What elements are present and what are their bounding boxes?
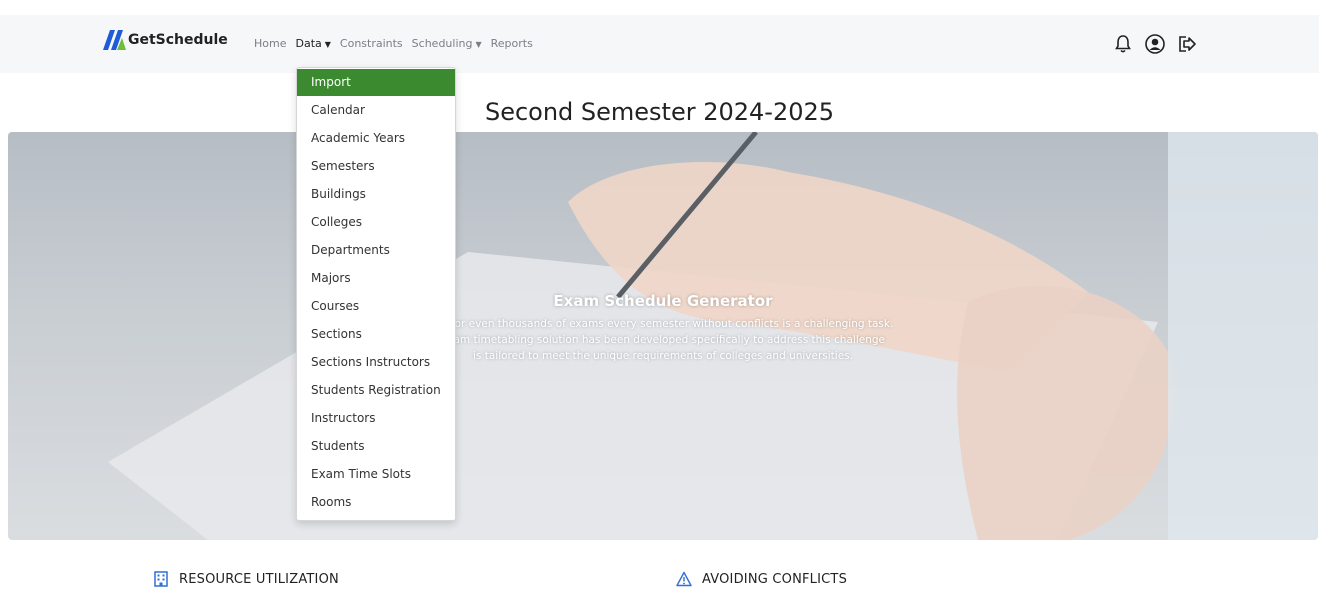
dropdown-item-students-registration[interactable]: Students Registration (297, 377, 455, 404)
dropdown-item-majors[interactable]: Majors (297, 265, 455, 292)
dropdown-item-instructors[interactable]: Instructors (297, 405, 455, 432)
page-title: Second Semester 2024-2025 (484, 98, 835, 126)
dropdown-item-semesters[interactable]: Semesters (297, 153, 455, 180)
nav-link-home[interactable]: Home (254, 37, 286, 50)
hero-line: is tailored to meet the unique requireme… (473, 350, 853, 362)
hero-line: exam timetabling solution has been devel… (441, 334, 885, 346)
logout-icon[interactable] (1176, 33, 1198, 55)
dropdown-item-colleges[interactable]: Colleges (297, 209, 455, 236)
dropdown-item-import[interactable]: Import (297, 69, 455, 96)
dropdown-item-students[interactable]: Students (297, 433, 455, 460)
caret-down-icon: ▼ (475, 40, 482, 49)
dropdown-item-sections[interactable]: Sections (297, 321, 455, 348)
feature-avoiding-conflicts: AVOIDING CONFLICTS (676, 571, 847, 587)
bell-icon[interactable] (1112, 33, 1134, 55)
nav-link-scheduling[interactable]: Scheduling ▼ (412, 37, 482, 50)
nav-link-data-label: Data (295, 37, 322, 50)
building-icon (153, 571, 169, 587)
nav-link-scheduling-label: Scheduling (411, 37, 473, 50)
feature-label: AVOIDING CONFLICTS (702, 571, 848, 587)
nav-links: Home Data ▼ Constraints Scheduling ▼ Repor… (254, 37, 542, 50)
dropdown-item-rooms[interactable]: Rooms (297, 489, 455, 516)
hero-banner: Exam Schedule Generator eds or even thou… (8, 132, 1318, 540)
caret-down-icon: ▼ (324, 40, 331, 49)
hero-heading: Exam Schedule Generator (553, 292, 773, 310)
nav-link-constraints[interactable]: Constraints (340, 37, 403, 50)
nav-link-data[interactable]: Data ▼ (295, 37, 330, 50)
data-dropdown-menu: Import Calendar Academic Years Semesters… (296, 67, 456, 521)
brand[interactable]: GetSchedule (100, 28, 228, 52)
dropdown-item-academic-years[interactable]: Academic Years (297, 125, 455, 152)
hero-line: eds or even thousands of exams every sem… (432, 318, 894, 330)
feature-resource-utilization: RESOURCE UTILIZATION (153, 571, 339, 587)
brand-logo-icon (100, 28, 128, 52)
dropdown-item-departments[interactable]: Departments (297, 237, 455, 264)
dropdown-item-sections-instructors[interactable]: Sections Instructors (297, 349, 455, 376)
dropdown-item-courses[interactable]: Courses (297, 293, 455, 320)
nav-icons (1112, 33, 1208, 55)
dropdown-item-calendar[interactable]: Calendar (297, 97, 455, 124)
dropdown-item-exam-time-slots[interactable]: Exam Time Slots (297, 461, 455, 488)
top-navbar: GetSchedule Home Data ▼ Constraints Sched… (0, 15, 1319, 73)
user-circle-icon[interactable] (1144, 33, 1166, 55)
dropdown-item-buildings[interactable]: Buildings (297, 181, 455, 208)
hero-text: Exam Schedule Generator eds or even thou… (8, 292, 1318, 364)
feature-label: RESOURCE UTILIZATION (179, 571, 339, 587)
warning-icon (676, 571, 692, 587)
brand-name: GetSchedule (128, 32, 228, 48)
nav-link-reports[interactable]: Reports (491, 37, 533, 50)
